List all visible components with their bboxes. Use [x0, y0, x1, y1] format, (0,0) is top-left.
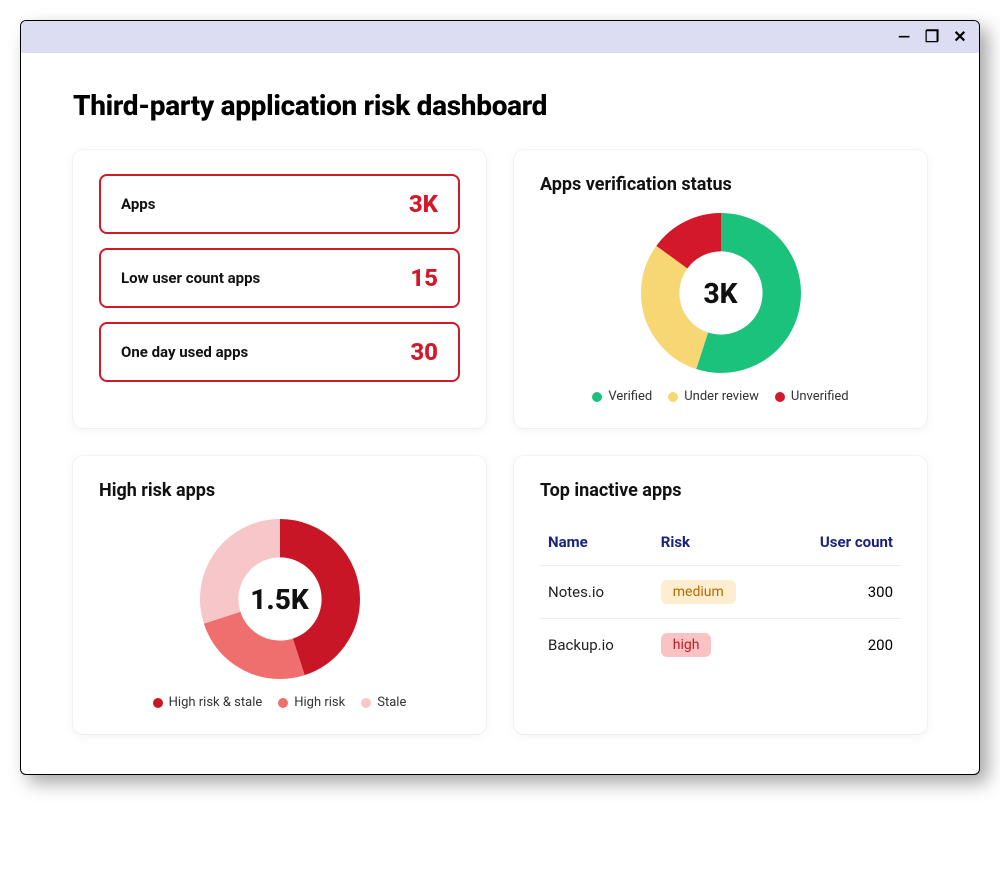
donut-center-value: 3K: [641, 213, 801, 373]
content-area: Third-party application risk dashboard A…: [21, 53, 979, 774]
table-row[interactable]: Notes.io medium 300: [540, 566, 901, 619]
verification-card: Apps verification status 3K Verified Und…: [514, 150, 927, 428]
stat-row-low-user[interactable]: Low user count apps 15: [99, 248, 460, 308]
legend-item: High risk & stale: [153, 695, 263, 710]
inactive-card: Top inactive apps Name Risk User count N…: [514, 456, 927, 734]
cell-risk: medium: [653, 566, 778, 619]
highrisk-donut: 1.5K: [200, 519, 360, 679]
cell-risk: high: [653, 619, 778, 672]
col-name: Name: [540, 519, 653, 566]
stat-label: Low user count apps: [121, 269, 260, 287]
legend-item: Stale: [361, 695, 406, 710]
card-title: Top inactive apps: [540, 480, 901, 501]
window-close-button[interactable]: ✕: [953, 30, 967, 44]
cell-name: Notes.io: [540, 566, 653, 619]
stat-row-apps[interactable]: Apps 3K: [99, 174, 460, 234]
stat-label: Apps: [121, 195, 155, 213]
legend-item: Verified: [592, 389, 652, 404]
cell-count: 200: [778, 619, 901, 672]
col-risk: Risk: [653, 519, 778, 566]
inactive-table: Name Risk User count Notes.io medium 300…: [540, 519, 901, 671]
cell-name: Backup.io: [540, 619, 653, 672]
card-title: High risk apps: [99, 480, 460, 501]
card-title: Apps verification status: [540, 174, 901, 195]
risk-badge: high: [661, 633, 712, 657]
table-row[interactable]: Backup.io high 200: [540, 619, 901, 672]
cell-count: 300: [778, 566, 901, 619]
window-minimize-button[interactable]: —: [897, 30, 911, 44]
stats-card: Apps 3K Low user count apps 15 One day u…: [73, 150, 486, 428]
legend-item: Unverified: [775, 389, 849, 404]
stat-value: 30: [410, 338, 438, 366]
page-title: Third-party application risk dashboard: [73, 89, 927, 122]
app-window: — ❐ ✕ Third-party application risk dashb…: [20, 20, 980, 775]
stat-value: 15: [410, 264, 438, 292]
risk-badge: medium: [661, 580, 736, 604]
highrisk-card: High risk apps 1.5K High risk & stale Hi…: [73, 456, 486, 734]
stat-row-one-day[interactable]: One day used apps 30: [99, 322, 460, 382]
verification-donut: 3K: [641, 213, 801, 373]
stat-label: One day used apps: [121, 343, 248, 361]
legend-item: Under review: [668, 389, 759, 404]
stat-value: 3K: [409, 190, 438, 218]
titlebar: — ❐ ✕: [21, 21, 979, 53]
col-count: User count: [778, 519, 901, 566]
verification-legend: Verified Under review Unverified: [592, 389, 848, 404]
window-maximize-button[interactable]: ❐: [925, 30, 939, 44]
highrisk-legend: High risk & stale High risk Stale: [153, 695, 407, 710]
legend-item: High risk: [278, 695, 345, 710]
donut-center-value: 1.5K: [200, 519, 360, 679]
dashboard-grid: Apps 3K Low user count apps 15 One day u…: [73, 150, 927, 734]
